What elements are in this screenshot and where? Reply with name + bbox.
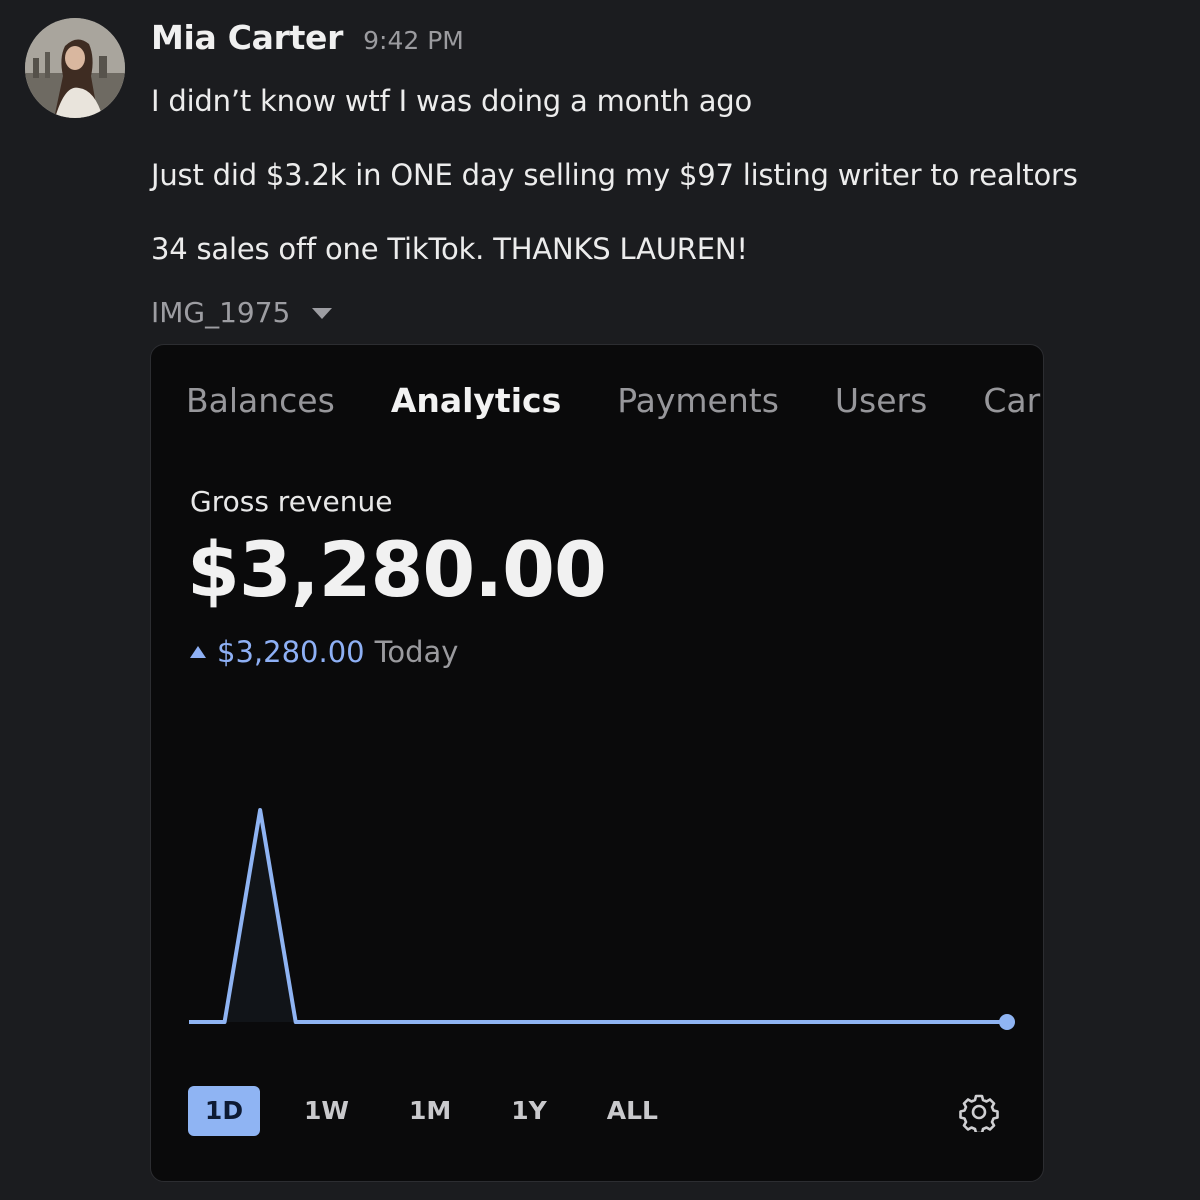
range-1y[interactable]: 1Y	[503, 1086, 555, 1136]
message-line: I didn’t know wtf I was doing a month ag…	[151, 84, 753, 118]
chevron-down-icon	[312, 307, 333, 319]
tab-car[interactable]: Car	[983, 381, 1040, 420]
dashboard-tabs: Balances Analytics Payments Users Car	[186, 381, 1040, 420]
metric-label: Gross revenue	[190, 485, 393, 518]
range-all[interactable]: ALL	[599, 1086, 666, 1136]
gear-icon[interactable]	[959, 1092, 999, 1132]
avatar[interactable]	[25, 18, 125, 118]
range-1m[interactable]: 1M	[401, 1086, 459, 1136]
triangle-up-icon	[190, 646, 206, 658]
range-selector: 1D 1W 1M 1Y ALL	[188, 1086, 710, 1136]
change-period: Today	[374, 635, 459, 669]
author-name[interactable]: Mia Carter	[151, 18, 343, 57]
message-timestamp: 9:42 PM	[363, 26, 464, 55]
message-line: Just did $3.2k in ONE day selling my $97…	[151, 158, 1078, 192]
tab-payments[interactable]: Payments	[617, 381, 779, 420]
analytics-screenshot: Balances Analytics Payments Users Car Gr…	[150, 344, 1044, 1182]
range-1w[interactable]: 1W	[296, 1086, 357, 1136]
line-end-dot	[999, 1014, 1015, 1030]
metric-change: $3,280.00 Today	[189, 635, 458, 669]
tab-balances[interactable]: Balances	[186, 381, 335, 420]
change-amount: $3,280.00	[217, 635, 365, 669]
revenue-line-chart	[188, 808, 1015, 1030]
series-area	[189, 810, 1007, 1022]
series-line	[189, 808, 1007, 1024]
metric-value: $3,280.00	[187, 525, 607, 614]
tab-users[interactable]: Users	[835, 381, 927, 420]
range-1d[interactable]: 1D	[188, 1086, 260, 1136]
tab-analytics[interactable]: Analytics	[391, 381, 561, 420]
attachment-name: IMG_1975	[151, 296, 291, 329]
attachment-toggle[interactable]: IMG_1975	[151, 296, 334, 329]
message-line: 34 sales off one TikTok. THANKS LAUREN!	[151, 232, 748, 266]
